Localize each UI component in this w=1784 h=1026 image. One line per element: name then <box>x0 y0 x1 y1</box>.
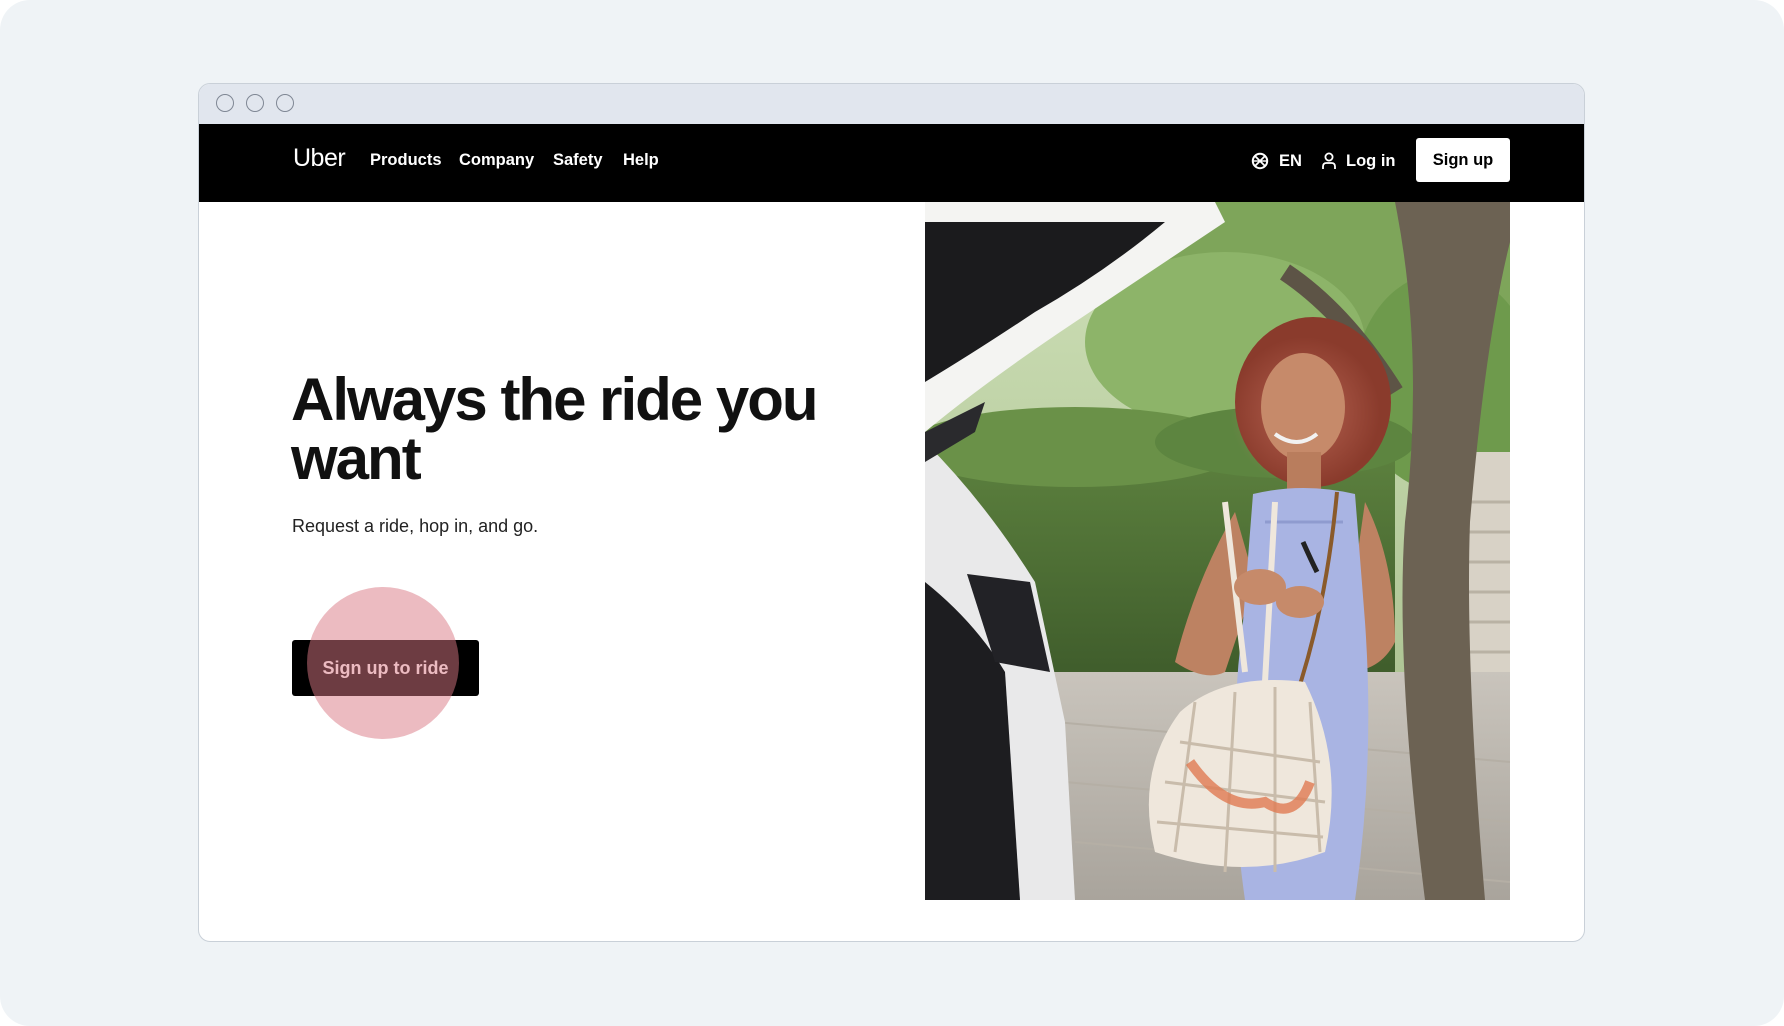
top-navigation-bar: Uber Products Company Safety Help EN Log… <box>199 124 1584 202</box>
signup-to-ride-label: Sign up to ride <box>322 657 449 678</box>
nav-link-products[interactable]: Products <box>370 151 442 170</box>
page-backdrop: Uber Products Company Safety Help EN Log… <box>0 0 1784 1026</box>
hero-subtitle: Request a ride, hop in, and go. <box>292 516 539 536</box>
window-control-close[interactable] <box>216 94 234 112</box>
uber-logo[interactable]: Uber <box>293 144 346 173</box>
window-control-minimize[interactable] <box>246 94 264 112</box>
language-label: EN <box>1279 151 1302 170</box>
nav-link-company[interactable]: Company <box>459 151 534 170</box>
person-icon <box>1322 152 1336 169</box>
hero-title: Always the ride you want <box>291 366 819 492</box>
window-control-maximize[interactable] <box>276 94 294 112</box>
signup-to-ride-button[interactable]: Sign up to ride <box>292 640 479 696</box>
nav-link-safety[interactable]: Safety <box>553 151 603 170</box>
login-link[interactable]: Log in <box>1321 150 1395 172</box>
globe-icon <box>1251 152 1269 170</box>
hero-photo-illustration <box>925 202 1510 900</box>
signup-button[interactable]: Sign up <box>1416 138 1510 182</box>
hero-photo <box>925 202 1510 900</box>
window-titlebar <box>199 84 1584 124</box>
browser-window: Uber Products Company Safety Help EN Log… <box>198 83 1585 942</box>
login-label: Log in <box>1346 151 1396 170</box>
nav-link-help[interactable]: Help <box>623 151 659 170</box>
language-selector[interactable]: EN <box>1251 150 1302 172</box>
